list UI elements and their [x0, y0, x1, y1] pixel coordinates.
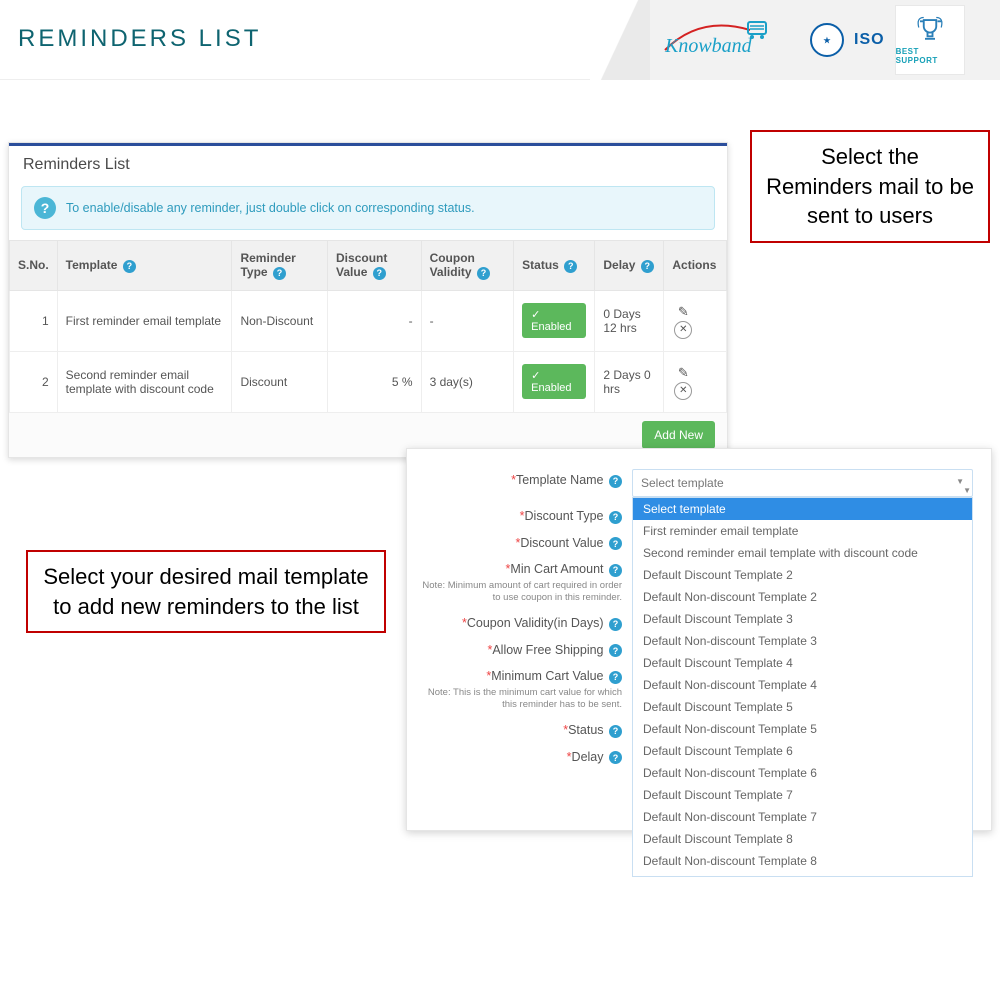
cell-discount: 5 %: [328, 351, 422, 412]
help-icon[interactable]: ?: [273, 267, 286, 280]
col-actions: Actions: [664, 241, 727, 291]
col-coupon-validity: Coupon Validity ?: [421, 241, 514, 291]
dropdown-option[interactable]: Default Non-discount Template 2: [633, 586, 972, 608]
cell-type: Non-Discount: [232, 290, 328, 351]
page-header: REMINDERS LIST Knowband ★ ISO BEST SUPPO…: [0, 0, 1000, 80]
callout-select-reminders: Select the Reminders mail to be sent to …: [750, 130, 990, 243]
label-discount-value: *Discount Value ?: [417, 532, 632, 551]
help-icon[interactable]: ?: [609, 564, 622, 577]
col-template: Template ?: [57, 241, 232, 291]
dropdown-option[interactable]: Default Discount Template 5: [633, 696, 972, 718]
cell-status[interactable]: Enabled: [514, 351, 595, 412]
help-icon[interactable]: ?: [564, 260, 577, 273]
help-icon[interactable]: ?: [609, 618, 622, 631]
help-icon[interactable]: ?: [609, 644, 622, 657]
label-discount-type: *Discount Type ?: [417, 505, 632, 524]
label-allow-free-shipping: *Allow Free Shipping ?: [417, 639, 632, 658]
delete-icon[interactable]: ✕: [674, 321, 692, 339]
dropdown-option[interactable]: First reminder email template: [633, 520, 972, 542]
header-divider: [590, 0, 650, 80]
callout-select-template: Select your desired mail template to add…: [26, 550, 386, 633]
dropdown-option[interactable]: Default Non-discount Template 8: [633, 850, 972, 872]
help-icon[interactable]: ?: [641, 260, 654, 273]
cell-status[interactable]: Enabled: [514, 290, 595, 351]
help-icon[interactable]: ?: [609, 751, 622, 764]
dropdown-option[interactable]: Second reminder email template with disc…: [633, 542, 972, 564]
header-badges-band: Knowband ★ ISO BEST SUPPORT: [650, 0, 1000, 80]
template-dropdown[interactable]: Select templateFirst reminder email temp…: [632, 497, 973, 877]
dropdown-option[interactable]: Default Discount Template 6: [633, 740, 972, 762]
cell-delay: 0 Days 12 hrs: [595, 290, 664, 351]
delete-icon[interactable]: ✕: [674, 382, 692, 400]
col-reminder-type: Reminder Type ?: [232, 241, 328, 291]
label-template-name: *Template Name ?: [417, 469, 632, 488]
best-support-badge: BEST SUPPORT: [895, 5, 965, 75]
reminders-list-panel: Reminders List ? To enable/disable any r…: [8, 142, 728, 458]
help-icon[interactable]: ?: [373, 267, 386, 280]
help-icon[interactable]: ?: [477, 267, 490, 280]
cell-validity: -: [421, 290, 514, 351]
dropdown-option[interactable]: Default Non-discount Template 5: [633, 718, 972, 740]
dropdown-option[interactable]: Default Non-discount Template 3: [633, 630, 972, 652]
cell-type: Discount: [232, 351, 328, 412]
help-icon[interactable]: ?: [609, 671, 622, 684]
edit-icon[interactable]: ✎: [674, 303, 692, 321]
caret-down-icon: ▼: [963, 486, 971, 495]
help-icon[interactable]: ?: [609, 475, 622, 488]
col-status: Status ?: [514, 241, 595, 291]
iso-label: ISO: [854, 31, 885, 49]
table-row: 1 First reminder email template Non-Disc…: [10, 290, 727, 351]
reminder-form-panel: *Template Name ? Select template Select …: [406, 448, 992, 831]
label-coupon-validity: *Coupon Validity(in Days) ?: [417, 612, 632, 631]
cell-actions: ✎ ✕: [664, 351, 727, 412]
support-label: BEST SUPPORT: [896, 47, 964, 65]
cell-actions: ✎ ✕: [664, 290, 727, 351]
iso-certified-icon: ★: [810, 23, 844, 57]
reminders-table: S.No. Template ? Reminder Type ? Discoun…: [9, 240, 727, 413]
panel-title: Reminders List: [9, 146, 727, 182]
label-status: *Status ?: [417, 719, 632, 738]
cell-delay: 2 Days 0 hrs: [595, 351, 664, 412]
svg-text:Knowband: Knowband: [664, 35, 753, 57]
cell-discount: -: [328, 290, 422, 351]
table-row: 2 Second reminder email template with di…: [10, 351, 727, 412]
dropdown-option[interactable]: Default Discount Template 9: [633, 872, 972, 877]
col-delay: Delay ?: [595, 241, 664, 291]
add-new-button[interactable]: Add New: [642, 421, 715, 449]
trophy-icon: [915, 15, 945, 45]
dropdown-option[interactable]: Default Discount Template 7: [633, 784, 972, 806]
cell-sno: 1: [10, 290, 58, 351]
dropdown-option[interactable]: Default Non-discount Template 7: [633, 806, 972, 828]
help-icon[interactable]: ?: [609, 725, 622, 738]
help-icon[interactable]: ?: [123, 260, 136, 273]
help-icon[interactable]: ?: [609, 537, 622, 550]
info-box: ? To enable/disable any reminder, just d…: [21, 186, 715, 230]
help-icon[interactable]: ?: [609, 511, 622, 524]
cell-sno: 2: [10, 351, 58, 412]
dropdown-option[interactable]: Default Non-discount Template 4: [633, 674, 972, 696]
dropdown-option[interactable]: Select template: [633, 498, 972, 520]
knowband-logo: Knowband: [660, 20, 800, 60]
col-sno: S.No.: [10, 241, 58, 291]
template-select[interactable]: Select template: [632, 469, 973, 497]
col-discount-value: Discount Value ?: [328, 241, 422, 291]
help-icon: ?: [34, 197, 56, 219]
edit-icon[interactable]: ✎: [674, 364, 692, 382]
cell-template: Second reminder email template with disc…: [57, 351, 232, 412]
dropdown-option[interactable]: Default Discount Template 4: [633, 652, 972, 674]
label-delay: *Delay ?: [417, 746, 632, 765]
cell-validity: 3 day(s): [421, 351, 514, 412]
cell-template: First reminder email template: [57, 290, 232, 351]
dropdown-option[interactable]: Default Discount Template 3: [633, 608, 972, 630]
label-minimum-cart-value: *Minimum Cart Value ?Note: This is the m…: [417, 665, 632, 711]
page-title: REMINDERS LIST: [18, 25, 261, 53]
label-min-cart-amount: *Min Cart Amount ?Note: Minimum amount o…: [417, 558, 632, 604]
dropdown-option[interactable]: Default Discount Template 8: [633, 828, 972, 850]
dropdown-option[interactable]: Default Non-discount Template 6: [633, 762, 972, 784]
dropdown-option[interactable]: Default Discount Template 2: [633, 564, 972, 586]
info-message: To enable/disable any reminder, just dou…: [66, 201, 475, 215]
